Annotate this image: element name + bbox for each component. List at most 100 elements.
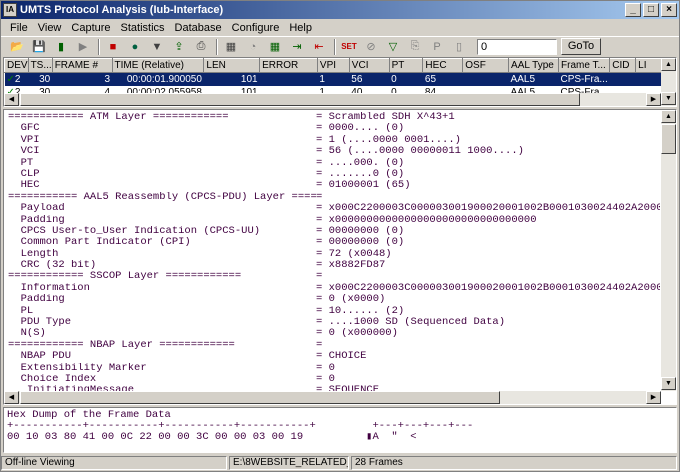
chart-icon[interactable]: ◔ bbox=[243, 38, 263, 56]
detail-line[interactable]: Choice Index = 0 bbox=[8, 374, 660, 385]
scroll-down-icon[interactable]: ▼ bbox=[661, 92, 676, 105]
menu-help[interactable]: Help bbox=[284, 22, 317, 34]
field-name: PDU Type bbox=[8, 317, 72, 329]
field-name: =========== AAL5 Reassembly (CPCS-PDU) L… bbox=[8, 191, 316, 203]
protocol-detail-pane[interactable]: ============ ATM Layer ============ = Scr… bbox=[3, 109, 677, 405]
column-header[interactable]: Frame T... bbox=[557, 58, 611, 73]
scroll-up-icon[interactable]: ▲ bbox=[661, 110, 676, 123]
column-header[interactable]: VCI bbox=[348, 58, 390, 73]
detail-hscroll[interactable]: ◀ ▶ bbox=[4, 391, 661, 404]
field-name: CRC (32 bit) bbox=[8, 260, 97, 272]
filter-icon[interactable]: ▼ bbox=[147, 38, 167, 56]
column-header[interactable]: AAL Type bbox=[508, 58, 559, 73]
field-value: = 0 (x000000) bbox=[316, 328, 398, 340]
column-header[interactable]: ERROR bbox=[259, 58, 318, 73]
detail-vscroll-thumb[interactable] bbox=[661, 124, 676, 154]
detail-line[interactable]: Payload = x000C2200003C000003001900020001… bbox=[8, 203, 660, 214]
copy-icon[interactable]: ⎘ bbox=[405, 38, 425, 56]
find-prev-icon[interactable]: ⇤ bbox=[309, 38, 329, 56]
detail-line[interactable]: CLP = .......0 (0) bbox=[8, 169, 660, 180]
column-header[interactable]: TS... bbox=[27, 58, 53, 73]
toolbar-separator bbox=[216, 38, 218, 55]
scroll-left-icon[interactable]: ◀ bbox=[4, 391, 19, 404]
detail-line[interactable]: NBAP PDU = CHOICE bbox=[8, 351, 660, 362]
column-header[interactable]: HEC bbox=[422, 58, 464, 73]
table-cell bbox=[462, 72, 509, 86]
scroll-up-icon[interactable]: ▲ bbox=[661, 58, 676, 71]
frame-list-hscroll-thumb[interactable] bbox=[20, 93, 580, 106]
detail-line[interactable]: Padding = x000000000000000000000000000000… bbox=[8, 215, 660, 226]
detail-hscroll-thumb[interactable] bbox=[20, 391, 500, 404]
filter-apply-icon[interactable]: ▽ bbox=[383, 38, 403, 56]
grid-icon[interactable]: ▦ bbox=[221, 38, 241, 56]
find-next-icon[interactable]: ⇥ bbox=[287, 38, 307, 56]
find-icon[interactable]: ▦ bbox=[265, 38, 285, 56]
detail-line[interactable]: Information = x000C2200003C00000300190002… bbox=[8, 283, 660, 294]
scroll-down-icon[interactable]: ▼ bbox=[661, 377, 676, 390]
detail-line[interactable]: PDU Type = ....1000 SD (Sequenced Data) bbox=[8, 317, 660, 328]
detail-line[interactable]: HEC = 01000001 (65) bbox=[8, 180, 660, 191]
print-icon[interactable]: ⎙ bbox=[191, 38, 211, 56]
detail-line[interactable]: ============ ATM Layer ============ = Scr… bbox=[8, 112, 660, 123]
menu-capture[interactable]: Capture bbox=[66, 22, 115, 34]
detail-line[interactable]: Common Part Indicator (CPI) = 00000000 (0… bbox=[8, 237, 660, 248]
column-header[interactable]: FRAME # bbox=[51, 58, 113, 73]
scroll-right-icon[interactable]: ▶ bbox=[646, 93, 661, 106]
start-icon[interactable]: ▶ bbox=[73, 38, 93, 56]
filter-clear-icon[interactable]: ⊘ bbox=[361, 38, 381, 56]
column-header[interactable]: VPI bbox=[316, 58, 350, 73]
column-header[interactable]: DEV bbox=[4, 58, 29, 73]
scroll-left-icon[interactable]: ◀ bbox=[4, 93, 19, 106]
hex-dump-pane[interactable]: Hex Dump of the Frame Data +-----------+-… bbox=[3, 407, 677, 453]
detail-line[interactable]: Extensibility Marker = 0 bbox=[8, 363, 660, 374]
field-value: = 56 (....0000 00000011 1000....) bbox=[316, 146, 524, 158]
detail-line[interactable]: CRC (32 bit) = x8882FD87 bbox=[8, 260, 660, 271]
detail-line[interactable]: ============ SSCOP Layer ============ = bbox=[8, 271, 660, 282]
save-icon[interactable]: 💾 bbox=[29, 38, 49, 56]
column-header[interactable]: OSF bbox=[462, 58, 510, 73]
detail-line[interactable]: Padding = 0 (x0000) bbox=[8, 294, 660, 305]
field-value: = x000C2200003C000003001900020001002B000… bbox=[316, 282, 660, 294]
minimize-button[interactable]: _ bbox=[625, 3, 641, 17]
detail-line[interactable]: Length = 72 (x0048) bbox=[8, 249, 660, 260]
stop-icon[interactable]: ■ bbox=[103, 38, 123, 56]
detail-line[interactable]: =========== AAL5 Reassembly (CPCS-PDU) L… bbox=[8, 192, 660, 203]
maximize-button[interactable]: □ bbox=[643, 3, 659, 17]
set-icon[interactable]: SET bbox=[339, 38, 359, 56]
goto-input[interactable]: 0 bbox=[477, 38, 557, 55]
detail-vscroll[interactable]: ▲ ▼ bbox=[661, 110, 676, 391]
detail-line[interactable]: VCI = 56 (....0000 00000011 1000....) bbox=[8, 146, 660, 157]
detail-line[interactable]: ============ NBAP Layer ============ = bbox=[8, 340, 660, 351]
close-button[interactable]: × bbox=[661, 3, 677, 17]
column-header[interactable]: PT bbox=[388, 58, 424, 73]
pdu-icon[interactable]: P bbox=[427, 38, 447, 56]
detail-line[interactable]: PL = 10...... (2) bbox=[8, 306, 660, 317]
goto-button[interactable]: GoTo bbox=[561, 38, 601, 55]
table-row[interactable]: ✓2 30 3 00:00:01.900050 101 1 56 0 65 AAL5 CPS-Fra… bbox=[4, 72, 676, 86]
scroll-right-icon[interactable]: ▶ bbox=[646, 391, 661, 404]
detail-line[interactable]: GFC = 0000.... (0) bbox=[8, 123, 660, 134]
menu-configure[interactable]: Configure bbox=[227, 22, 285, 34]
menu-view[interactable]: View bbox=[33, 22, 67, 34]
field-value: = 0000.... (0) bbox=[316, 123, 405, 135]
open-icon[interactable]: 📂 bbox=[7, 38, 27, 56]
detail-line[interactable]: CPCS User-to_User Indication (CPCS-UU) = … bbox=[8, 226, 660, 237]
menu-statistics[interactable]: Statistics bbox=[116, 22, 170, 34]
column-header[interactable]: TIME (Relative) bbox=[111, 58, 205, 73]
field-name: ============ SSCOP Layer ============ bbox=[8, 271, 242, 283]
detail-line[interactable]: N(S) = 0 (x000000) bbox=[8, 328, 660, 339]
column-header[interactable]: CID bbox=[609, 58, 637, 73]
detail-line[interactable]: VPI = 1 (....0000 0001....) bbox=[8, 135, 660, 146]
field-value: = Scrambled SDH X^43+1 bbox=[316, 112, 455, 123]
record-icon[interactable]: ● bbox=[125, 38, 145, 56]
frame-list[interactable]: DEV TS... FRAME # TIME (Relative) LEN ERROR VP… bbox=[3, 57, 677, 107]
menu-file[interactable]: File bbox=[5, 22, 33, 34]
export-icon[interactable]: ⇪ bbox=[169, 38, 189, 56]
column-header[interactable]: LEN bbox=[203, 58, 261, 73]
detail-line[interactable]: PT = ....000. (0) bbox=[8, 158, 660, 169]
menu-database[interactable]: Database bbox=[170, 22, 227, 34]
frame-list-vscroll[interactable]: ▲ ▼ bbox=[661, 58, 676, 106]
capture-icon[interactable]: ▮ bbox=[51, 38, 71, 56]
page-icon[interactable]: ▯ bbox=[449, 38, 469, 56]
frame-list-hscroll[interactable]: ◀ ▶ bbox=[4, 93, 661, 106]
